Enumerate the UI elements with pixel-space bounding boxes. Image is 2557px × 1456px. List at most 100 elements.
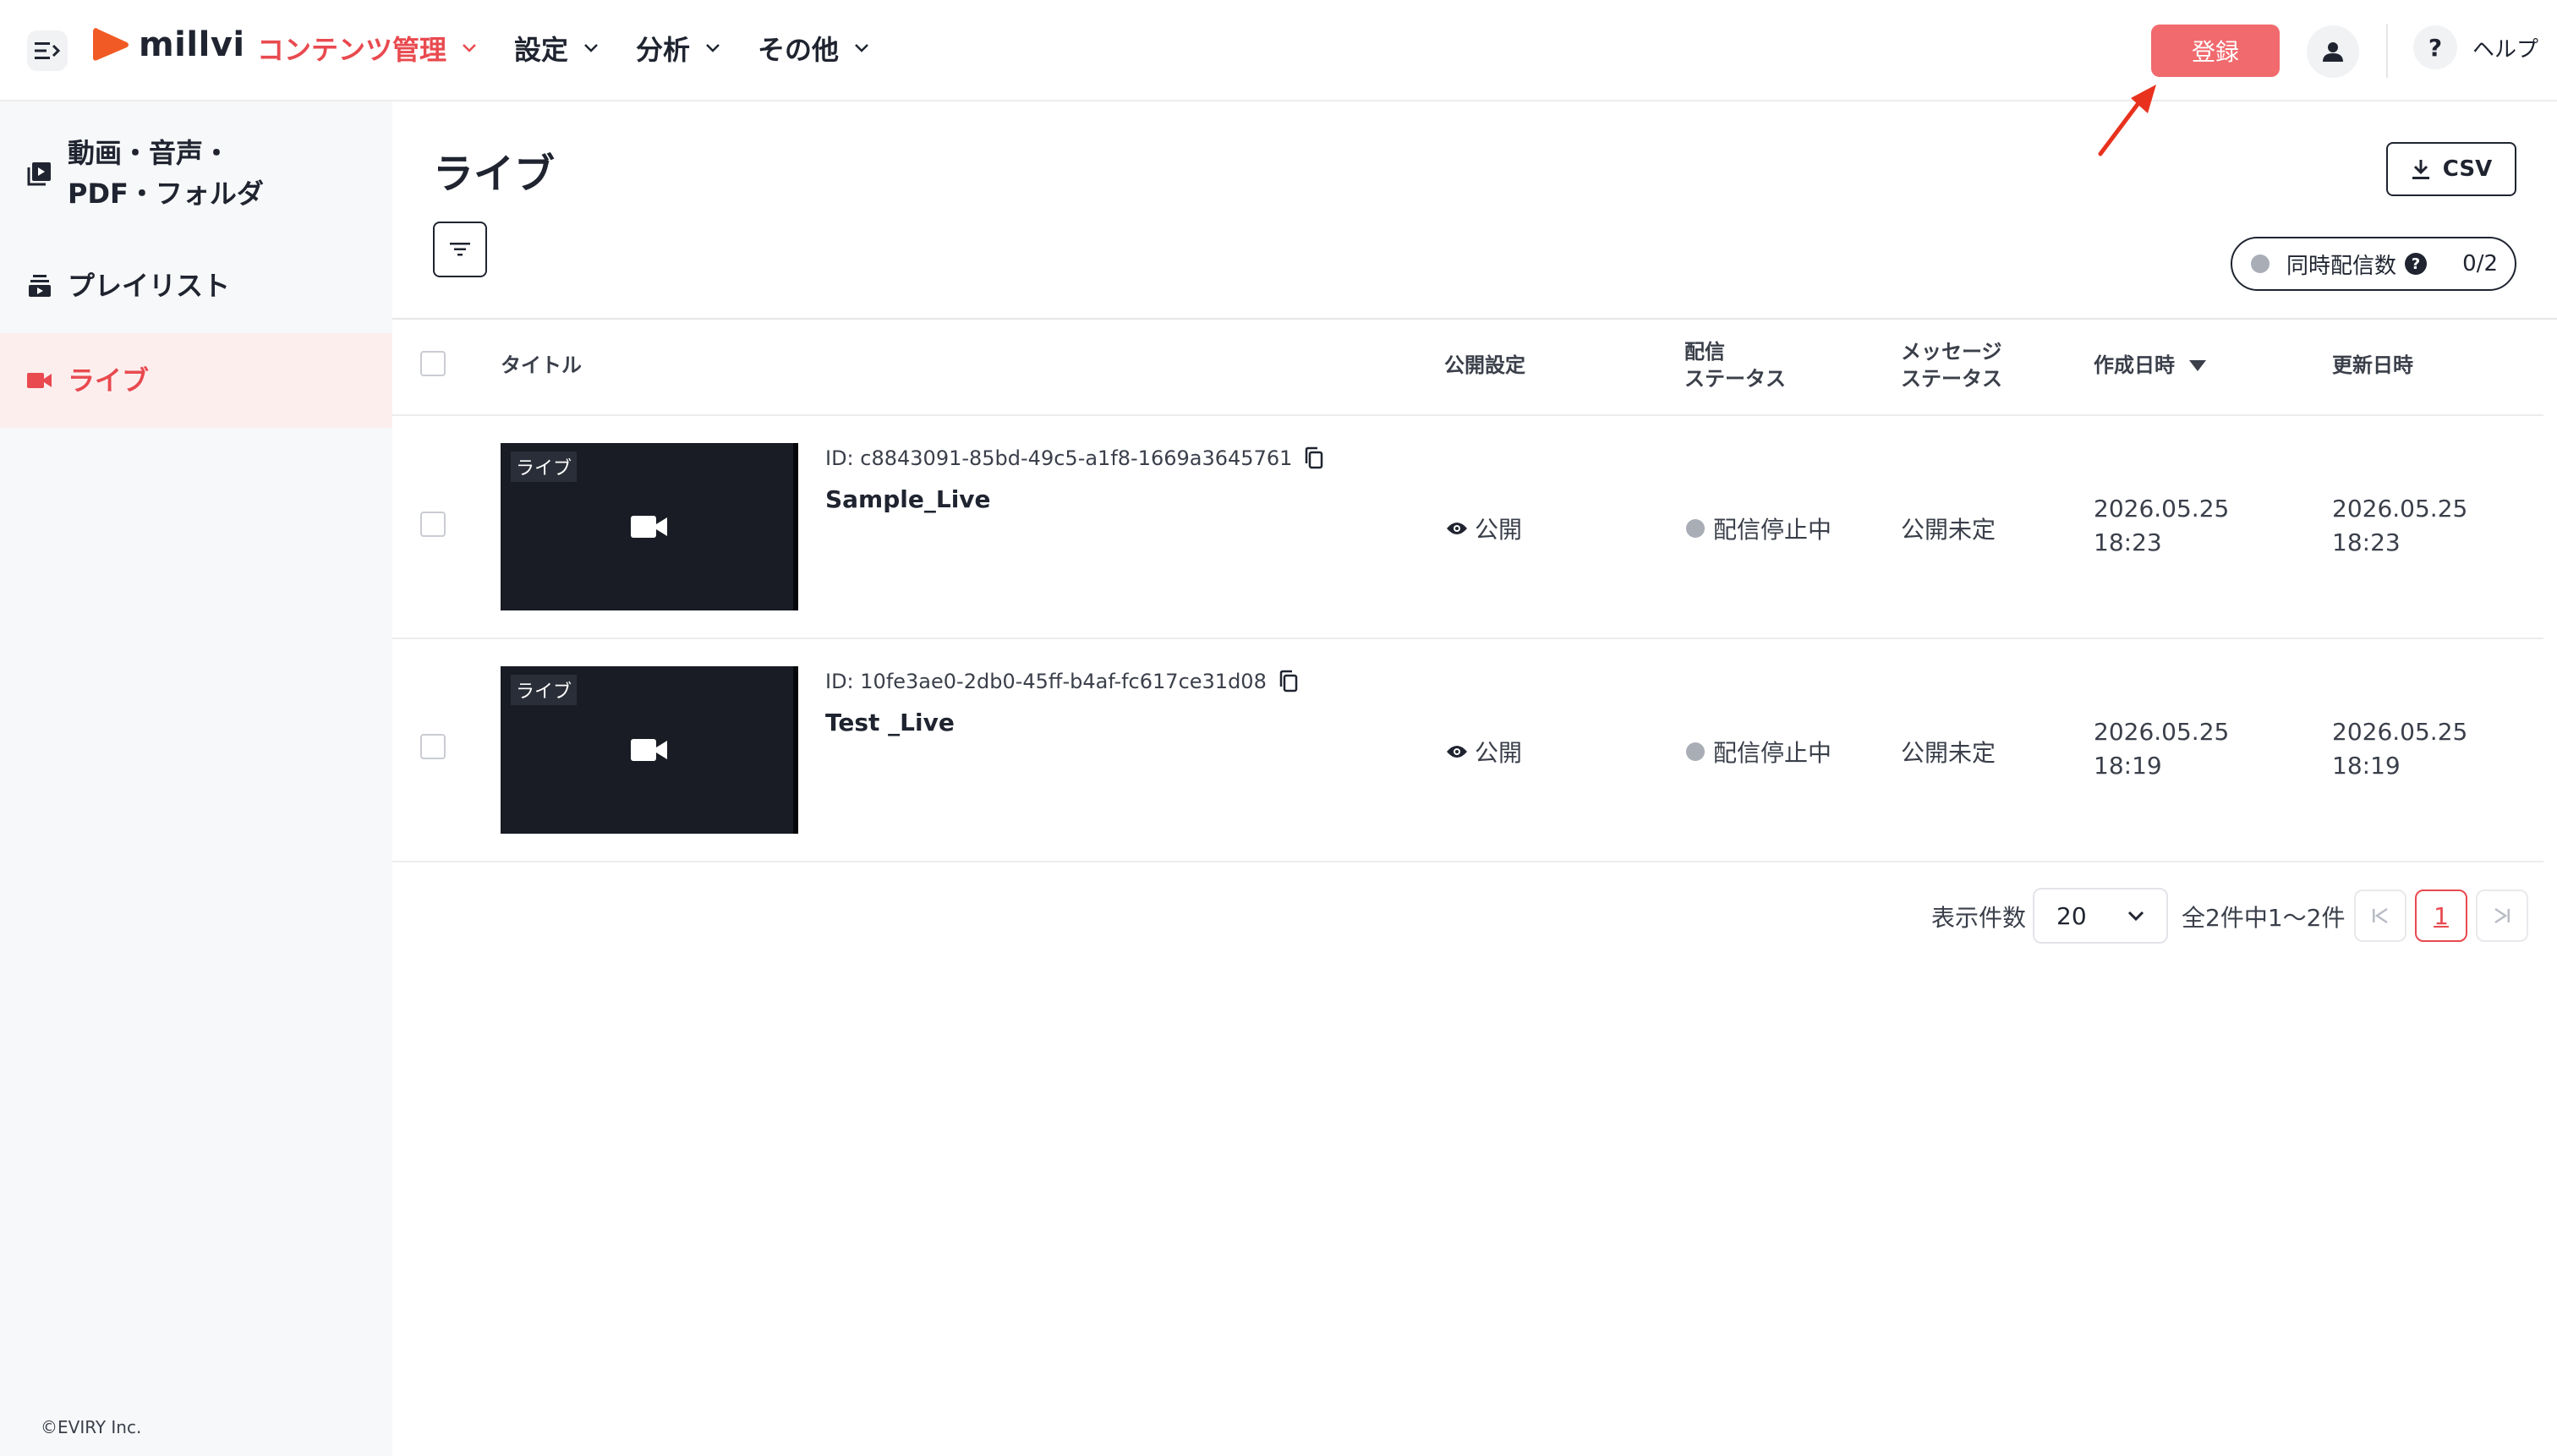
column-header-updated: 更新日時 [2332, 353, 2413, 377]
row-checkbox[interactable] [420, 734, 446, 759]
thumbnail-tag: ライブ [511, 675, 578, 705]
videocam-icon [27, 373, 52, 388]
updated-time: 18:23 [2332, 528, 2401, 556]
sidebar-item-playlist[interactable]: プレイリスト [0, 257, 392, 315]
updated-time: 18:19 [2332, 752, 2401, 780]
column-header-stream-status: 配信 ステータス [1684, 338, 1786, 392]
first-page-button[interactable] [2354, 889, 2406, 942]
live-title[interactable]: Test _Live [825, 709, 955, 736]
millvi-logo[interactable]: millvi [91, 25, 245, 64]
live-thumbnail[interactable]: ライブ [501, 443, 798, 610]
sidebar: 動画・音声・ PDF・フォルダ プレイリスト ライブ [0, 101, 392, 1456]
play-logo-icon [93, 28, 129, 61]
videocam-icon [631, 739, 667, 761]
concurrent-streams-indicator: 同時配信数 ? 0/2 [2231, 237, 2516, 291]
status-dot [1686, 519, 1705, 538]
table-top-border [392, 318, 2557, 320]
live-id-text: ID: c8843091-85bd-49c5-a1f8-1669a3645761 [825, 446, 1293, 470]
copy-icon[interactable] [1304, 446, 1324, 470]
download-icon [2412, 160, 2429, 179]
current-page-button[interactable]: 1 [2415, 889, 2467, 942]
created-time: 18:19 [2094, 752, 2162, 780]
eye-icon [1447, 746, 1467, 758]
message-status-text: 公開未定 [1901, 516, 1996, 544]
created-datetime: 2026.05.25 18:23 [2094, 492, 2229, 560]
sidebar-item-live-label: ライブ [68, 364, 150, 397]
visibility-text: 公開 [1475, 516, 1523, 544]
live-id-text: ID: 10fe3ae0-2db0-45ff-b4af-fc617ce31d08 [825, 670, 1267, 693]
concurrent-count: 0/2 [2462, 251, 2498, 276]
help-link[interactable]: ? ヘルプ [2413, 25, 2538, 69]
per-page-select[interactable]: 20 [2033, 888, 2168, 944]
thumbnail-tag: ライブ [511, 452, 578, 482]
created-datetime: 2026.05.25 18:19 [2094, 715, 2229, 783]
column-header-message-status: メッセージ ステータス [1901, 338, 2002, 392]
status-dot [1686, 742, 1705, 761]
last-page-button[interactable] [2476, 889, 2528, 942]
nav-content-label: コンテンツ管理 [257, 34, 447, 66]
sidebar-item-media-line1: 動画・音声・ [68, 137, 231, 169]
csv-download-button[interactable]: CSV [2386, 142, 2516, 196]
message-status-text: 公開未定 [1901, 739, 1996, 767]
filter-button[interactable] [433, 222, 487, 277]
per-page-value: 20 [2056, 901, 2087, 930]
created-time: 18:23 [2094, 528, 2162, 556]
sort-desc-icon [2189, 360, 2206, 371]
page-title: ライブ [433, 151, 556, 198]
column-header-message-status-line2: ステータス [1901, 367, 2002, 391]
chevron-down-icon [706, 44, 720, 52]
updated-date: 2026.05.25 [2332, 718, 2468, 746]
live-id: ID: 10fe3ae0-2db0-45ff-b4af-fc617ce31d08 [825, 670, 1299, 693]
menu-toggle-icon[interactable] [27, 30, 68, 71]
updated-datetime: 2026.05.25 18:23 [2332, 492, 2467, 560]
column-header-message-status-line1: メッセージ [1901, 340, 2002, 364]
help-label: ヘルプ [2472, 36, 2539, 63]
column-header-visibility: 公開設定 [1444, 353, 1525, 377]
last-page-icon [2494, 907, 2510, 924]
nav-settings[interactable]: 設定 [514, 29, 599, 68]
csv-label: CSV [2442, 156, 2493, 182]
updated-date: 2026.05.25 [2332, 495, 2468, 523]
updated-datetime: 2026.05.25 18:19 [2332, 715, 2467, 783]
sidebar-item-live[interactable]: ライブ [0, 333, 392, 428]
nav-other[interactable]: その他 [758, 29, 869, 68]
annotation-arrow [2098, 85, 2156, 156]
row-divider [392, 414, 2543, 416]
live-thumbnail[interactable]: ライブ [501, 666, 798, 834]
sidebar-item-media[interactable]: 動画・音声・ PDF・フォルダ [0, 127, 392, 220]
user-icon [2323, 42, 2343, 62]
per-page-label: 表示件数 [1931, 904, 2027, 932]
logo-text: millvi [139, 25, 245, 64]
playlist-icon [29, 275, 51, 297]
nav-other-label: その他 [758, 34, 840, 66]
copyright: ©EVIRY Inc. [41, 1417, 142, 1437]
nav-content-management[interactable]: コンテンツ管理 [257, 29, 477, 68]
filter-icon [450, 243, 470, 256]
visibility-text: 公開 [1475, 739, 1523, 767]
column-header-title: タイトル [501, 353, 582, 377]
chevron-down-icon [463, 44, 476, 52]
stream-status-text: 配信停止中 [1713, 516, 1832, 544]
videocam-icon [631, 516, 667, 538]
concurrent-label: 同時配信数 [2286, 253, 2397, 279]
header-divider [2386, 24, 2388, 78]
row-divider [392, 638, 2543, 639]
nav-analysis[interactable]: 分析 [636, 29, 720, 68]
created-date: 2026.05.25 [2094, 495, 2230, 523]
visibility-cell: 公開 [1446, 512, 1522, 545]
help-icon: ? [2413, 25, 2457, 69]
select-all-checkbox[interactable] [420, 351, 446, 376]
register-button[interactable]: 登録 [2151, 25, 2280, 77]
stream-status-cell: 配信停止中 [1686, 735, 1832, 769]
sidebar-item-media-label: 動画・音声・ PDF・フォルダ [68, 133, 264, 214]
row-checkbox[interactable] [420, 512, 446, 537]
nav-settings-label: 設定 [514, 34, 569, 66]
copy-icon[interactable] [1278, 670, 1299, 693]
column-header-created[interactable]: 作成日時 [2094, 352, 2207, 379]
user-account-button[interactable] [2307, 25, 2359, 78]
column-header-created-label: 作成日時 [2094, 353, 2175, 377]
live-title[interactable]: Sample_Live [825, 485, 991, 513]
chevron-down-icon [855, 44, 868, 52]
eye-icon [1447, 523, 1467, 534]
help-circle-icon[interactable]: ? [2405, 253, 2428, 275]
